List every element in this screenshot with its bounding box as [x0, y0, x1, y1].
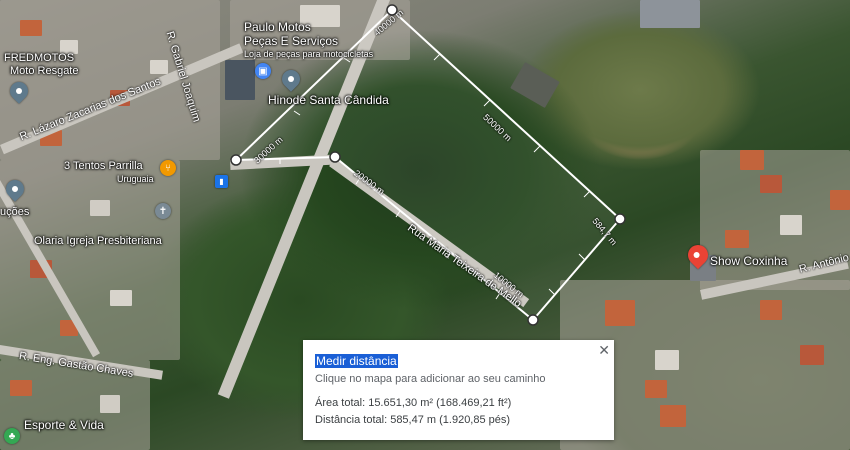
poi-label-paulo-motos[interactable]: Paulo Motos [244, 20, 311, 34]
poi-label-fredmotos[interactable]: Moto Resgate [10, 65, 78, 77]
church-icon[interactable]: ✝ [155, 203, 171, 219]
vertex-handle [614, 213, 626, 225]
shopping-bag-icon[interactable]: ▣ [255, 63, 271, 79]
vertex-handle [527, 314, 539, 326]
panel-title: Medir distância [315, 354, 398, 368]
park-icon[interactable]: ♣ [4, 428, 20, 444]
measure-distance-panel: Medir distância Clique no mapa para adic… [303, 340, 614, 440]
total-distance: Distância total: 585,47 m (1.920,85 pés) [315, 414, 511, 426]
poi-sublabel: Loja de peças para motocicletas [244, 49, 374, 59]
poi-label-tentos[interactable]: 3 Tentos Parrilla [64, 160, 143, 172]
vertex-handle [230, 154, 242, 166]
poi-label-hinode[interactable]: Hinode Santa Cândida [268, 93, 389, 107]
fork-knife-icon[interactable]: ⑂ [160, 160, 176, 176]
poi-label-olaria[interactable]: Olaria Igreja Presbiteriana [34, 235, 162, 247]
poi-label-esporte[interactable]: Esporte & Vida [24, 418, 104, 432]
poi-label-show-coxinha[interactable]: Show Coxinha [710, 254, 787, 268]
poi-label-paulo-motos[interactable]: Peças E Serviços [244, 34, 338, 48]
panel-subtitle: Clique no mapa para adicionar ao seu cam… [315, 373, 546, 385]
satellite-map[interactable]: 40000 m 30000 m 20000 m 50000 m 584,7 m … [0, 0, 850, 450]
total-area: Área total: 15.651,30 m² (168.469,21 ft²… [315, 397, 512, 409]
poi-sublabel: Uruguaia [117, 174, 154, 184]
poi-label-fredmotos[interactable]: FREDMOTOS [4, 52, 74, 64]
close-icon[interactable]: ✕ [598, 342, 610, 359]
poi-label-partial[interactable]: uções [0, 206, 29, 218]
bus-stop-icon[interactable]: ▮ [215, 175, 228, 188]
vertex-handle [329, 151, 341, 163]
